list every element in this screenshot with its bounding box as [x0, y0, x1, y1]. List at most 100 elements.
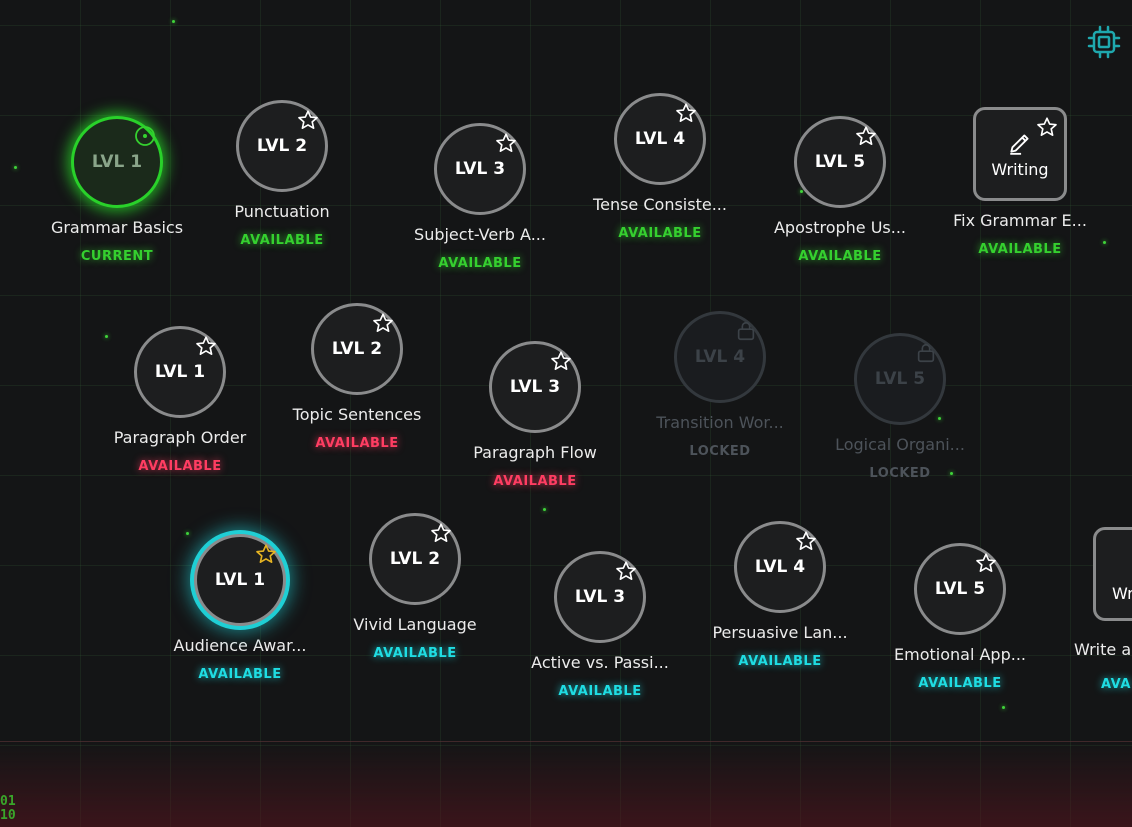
- node-title: Apostrophe Us...: [773, 218, 907, 237]
- level-circle[interactable]: LVL 2: [369, 513, 461, 605]
- writing-tile[interactable]: Writing: [973, 107, 1067, 201]
- star-icon: [298, 110, 318, 129]
- writing-label: Wr: [1112, 584, 1132, 603]
- level-label: LVL 1: [154, 362, 206, 382]
- node-title: Emotional App...: [894, 645, 1026, 664]
- level-node[interactable]: LVL 5 Emotional App... AVAILABLE: [860, 543, 1060, 691]
- node-title: Fix Grammar E...: [953, 211, 1087, 230]
- pencil-icon: [1010, 133, 1029, 155]
- lock-icon: [737, 321, 755, 341]
- level-node[interactable]: LVL 5 Apostrophe Us... AVAILABLE: [740, 116, 940, 264]
- writing-node[interactable]: Writing Fix Grammar E... AVAILABLE: [920, 107, 1120, 257]
- status-label: CURRENT: [80, 249, 154, 264]
- level-label: LVL 3: [454, 159, 506, 179]
- level-circle[interactable]: LVL 1: [194, 534, 286, 626]
- level-circle[interactable]: LVL 2: [236, 100, 328, 192]
- level-label: LVL 4: [754, 557, 806, 577]
- writing-tile[interactable]: Wr: [1093, 527, 1132, 621]
- level-node-locked: LVL 4 Transition Wor... LOCKED: [620, 311, 820, 459]
- binary-line: 01: [0, 794, 16, 809]
- level-circle[interactable]: LVL 3: [434, 123, 526, 215]
- star-icon: [856, 126, 876, 145]
- level-circle[interactable]: LVL 3: [489, 341, 581, 433]
- bottom-gradient: [0, 741, 1132, 827]
- node-title: Audience Awar...: [173, 636, 307, 655]
- level-label: LVL 1: [214, 570, 266, 590]
- writing-label: Writing: [991, 159, 1049, 179]
- node-title: Logical Organi...: [835, 435, 965, 454]
- level-node[interactable]: LVL 2 Vivid Language AVAILABLE: [315, 513, 515, 661]
- node-title: Paragraph Order: [113, 428, 247, 447]
- node-title: Subject-Verb A...: [414, 225, 546, 244]
- status-label: AVAILABLE: [240, 233, 324, 248]
- star-icon: [196, 336, 216, 355]
- level-circle[interactable]: LVL 5: [794, 116, 886, 208]
- node-title: Vivid Language: [353, 615, 477, 634]
- star-icon: [1037, 117, 1057, 136]
- status-label: LOCKED: [869, 466, 931, 481]
- lock-icon: [917, 343, 935, 363]
- level-circle[interactable]: LVL 5: [914, 543, 1006, 635]
- level-circle[interactable]: LVL 3: [554, 551, 646, 643]
- node-title: Write a: [1074, 640, 1132, 659]
- level-node[interactable]: LVL 3 Subject-Verb A... AVAILABLE: [380, 123, 580, 271]
- node-title: Active vs. Passi...: [531, 653, 669, 672]
- status-label: AVAILABLE: [138, 459, 222, 474]
- status-label: AVA: [1101, 677, 1131, 692]
- status-label: AVAILABLE: [738, 654, 822, 669]
- node-title: Punctuation: [234, 202, 330, 221]
- status-label: AVAILABLE: [493, 474, 577, 489]
- level-node[interactable]: LVL 4 Tense Consiste... AVAILABLE: [560, 93, 760, 241]
- writing-node-clipped[interactable]: Wr Write a AVA: [1073, 527, 1132, 707]
- status-label: AVAILABLE: [438, 256, 522, 271]
- status-label: AVAILABLE: [618, 226, 702, 241]
- star-icon: [256, 544, 276, 563]
- level-label: LVL 2: [256, 136, 308, 156]
- level-label: LVL 2: [331, 339, 383, 359]
- target-icon: [135, 126, 155, 146]
- level-node[interactable]: LVL 1 Audience Awar... AVAILABLE: [140, 534, 340, 682]
- particle: [172, 20, 175, 23]
- level-circle[interactable]: LVL 4: [614, 93, 706, 185]
- node-title: Tense Consiste...: [593, 195, 727, 214]
- level-label: LVL 5: [934, 579, 986, 599]
- level-circle[interactable]: LVL 2: [311, 303, 403, 395]
- star-icon: [496, 133, 516, 152]
- node-title: Paragraph Flow: [473, 443, 597, 462]
- status-label: AVAILABLE: [373, 646, 457, 661]
- level-node[interactable]: LVL 4 Persuasive Lan... AVAILABLE: [680, 521, 880, 669]
- level-label: LVL 3: [574, 587, 626, 607]
- level-label: LVL 3: [509, 377, 561, 397]
- level-circle: LVL 5: [854, 333, 946, 425]
- level-circle[interactable]: LVL 1: [71, 116, 163, 208]
- level-node[interactable]: LVL 3 Active vs. Passi... AVAILABLE: [500, 551, 700, 699]
- particle: [543, 508, 546, 511]
- chip-icon[interactable]: [1087, 25, 1121, 59]
- level-node[interactable]: LVL 3 Paragraph Flow AVAILABLE: [435, 341, 635, 489]
- star-icon: [616, 561, 636, 580]
- level-label: LVL 5: [874, 369, 926, 389]
- level-node[interactable]: LVL 2 Topic Sentences AVAILABLE: [257, 303, 457, 451]
- level-circle: LVL 4: [674, 311, 766, 403]
- binary-line: 10: [0, 808, 16, 823]
- node-title: Transition Wor...: [656, 413, 784, 432]
- level-label: LVL 2: [389, 549, 441, 569]
- status-label: AVAILABLE: [198, 667, 282, 682]
- level-label: LVL 5: [814, 152, 866, 172]
- status-label: LOCKED: [689, 444, 751, 459]
- level-node[interactable]: LVL 2 Punctuation AVAILABLE: [182, 100, 382, 248]
- level-label: LVL 1: [91, 152, 143, 172]
- level-circle[interactable]: LVL 4: [734, 521, 826, 613]
- particle: [1002, 706, 1005, 709]
- status-label: AVAILABLE: [978, 242, 1062, 257]
- star-icon: [551, 351, 571, 370]
- level-node[interactable]: LVL 1 Paragraph Order AVAILABLE: [80, 326, 280, 474]
- status-label: AVAILABLE: [558, 684, 642, 699]
- level-circle[interactable]: LVL 1: [134, 326, 226, 418]
- binary-decoration: 01 10: [0, 795, 16, 823]
- level-node-locked: LVL 5 Logical Organi... LOCKED: [800, 333, 1000, 481]
- level-label: LVL 4: [634, 129, 686, 149]
- star-icon: [796, 531, 816, 550]
- node-title: Persuasive Lan...: [712, 623, 848, 642]
- star-icon: [373, 313, 393, 332]
